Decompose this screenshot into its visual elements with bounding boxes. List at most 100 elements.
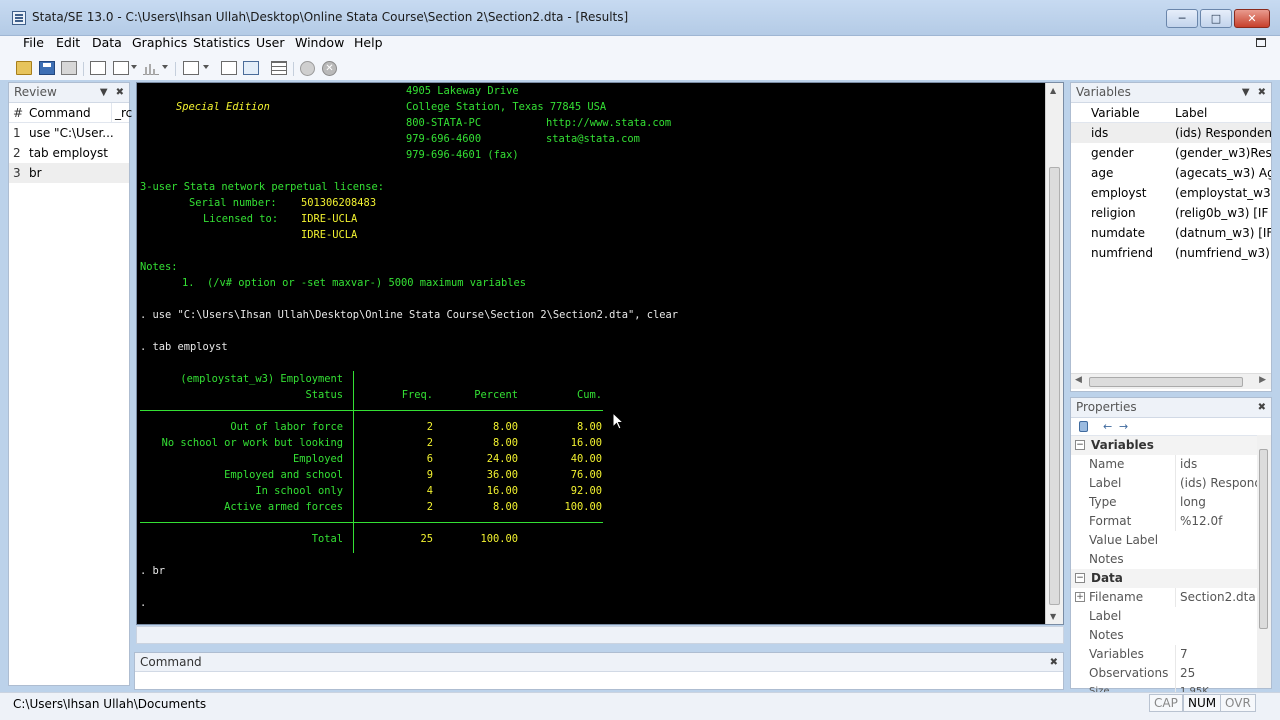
filter-icon[interactable]: ▼ [1242,83,1250,102]
licensed-label: Licensed to: [203,213,279,225]
bar-chart-icon [145,64,155,75]
menu-statistics[interactable]: Statistics [193,36,250,50]
email-link[interactable]: stata@stata.com [546,133,640,146]
stata-app-icon[interactable] [12,11,26,25]
data-section[interactable]: − Data [1071,569,1271,588]
licensed-value-1: IDRE-UCLA [301,213,358,225]
toolbar-separator [83,62,84,76]
command-input[interactable] [135,672,1063,690]
properties-scroll-thumb[interactable] [1259,449,1268,629]
data-editor-edit-icon[interactable] [243,61,259,75]
pin-icon[interactable]: ✖ [1258,83,1266,102]
pin-icon[interactable]: ✖ [116,83,124,102]
scroll-up-icon[interactable]: ▲ [1050,86,1056,95]
menu-graphics[interactable]: Graphics [132,36,187,50]
command-title: Command [140,655,202,669]
menu-window[interactable]: Window [295,36,344,50]
variable-row[interactable]: ids(ids) Respondent I [1071,123,1271,143]
forward-arrow-icon[interactable]: → [1119,420,1128,433]
break-icon[interactable]: ✕ [322,61,337,76]
results-status-strip [136,626,1064,644]
review-row[interactable]: 2 tab employst [9,143,129,163]
phone-line-2: 979-696-4600 [406,133,482,145]
scroll-down-icon[interactable]: ▼ [1050,612,1056,621]
properties-toolbar: ← → [1071,418,1271,436]
pin-icon[interactable]: ✖ [1258,398,1266,417]
variable-row[interactable]: age(agecats_w3) Age [1071,163,1271,183]
print-icon[interactable] [61,61,77,75]
viewer-icon[interactable] [113,61,129,75]
website-link[interactable]: http://www.stata.com [546,117,671,130]
table-divider-bottom [140,522,603,523]
special-edition-text: Special Edition [176,101,270,113]
variables-scroll-thumb[interactable] [1089,377,1243,387]
restore-window-icon[interactable] [1256,38,1266,47]
rc-column-header[interactable]: _rc [111,103,132,123]
variable-row[interactable]: religion(relig0b_w3) [IF "S. [1071,203,1271,223]
open-icon[interactable] [16,61,32,75]
back-arrow-icon[interactable]: ← [1103,420,1112,433]
table-var-label-2: Status [305,389,343,401]
scroll-right-icon[interactable]: ▶ [1259,375,1266,385]
more-icon[interactable] [300,61,315,76]
variable-row[interactable]: gender(gender_w3)Respo [1071,143,1271,163]
property-row: Value Label [1089,533,1159,547]
variable-column-header[interactable]: Variable [1091,103,1140,123]
variables-horizontal-scrollbar[interactable]: ◀ ▶ [1071,373,1271,389]
review-row[interactable]: 1 use "C:\User... [9,123,129,143]
lock-icon[interactable] [1079,421,1088,432]
pin-icon[interactable]: ✖ [1050,653,1058,672]
scroll-left-icon[interactable]: ◀ [1075,375,1082,385]
results-window[interactable]: 4905 Lakeway Drive Special Edition Colle… [136,82,1064,625]
fax-line: 979-696-4601 (fax) [406,149,519,161]
graph-icon[interactable] [143,61,159,75]
menu-help[interactable]: Help [354,36,383,50]
property-row: + Filename Section2.dta [1071,588,1271,607]
expand-icon[interactable]: + [1075,592,1085,602]
command-column-header[interactable]: Command [29,103,91,123]
tab-command-echo: . tab employst [140,341,228,353]
table-divider-top [140,410,603,411]
do-file-editor-icon[interactable] [183,61,199,75]
menu-data[interactable]: Data [92,36,122,50]
command-pane: Command ✖ [134,652,1064,690]
property-row: Format %12.0f [1071,512,1271,531]
menu-user[interactable]: User [256,36,285,50]
caps-lock-indicator: CAP [1149,694,1183,712]
menu-file[interactable]: File [23,36,44,50]
notes-label: Notes: [140,261,178,273]
label-column-header[interactable]: Label [1175,103,1207,123]
graph-dropdown-icon[interactable] [162,65,168,69]
minimize-button[interactable]: ─ [1166,9,1198,28]
overwrite-indicator: OVR [1220,694,1256,712]
phone-line: 800-STATA-PC [406,117,482,129]
variable-row[interactable]: numfriend(numfriend_w3) N [1071,243,1271,263]
variables-section[interactable]: − Variables [1071,436,1271,455]
log-icon[interactable] [90,61,106,75]
data-browser-icon[interactable] [271,61,287,75]
close-button[interactable]: ✕ [1234,9,1270,28]
cum-header: Cum. [576,389,602,401]
variable-row[interactable]: employst(employstat_w3) E [1071,183,1271,203]
review-pane: Review ▼ ✖ # Command _rc 1 use "C:\User.… [8,82,132,686]
properties-header: Properties ✖ [1071,398,1271,418]
review-row[interactable]: 3 br [9,163,129,183]
menu-edit[interactable]: Edit [56,36,80,50]
maximize-button[interactable]: □ [1200,9,1232,28]
viewer-dropdown-icon[interactable] [131,65,137,69]
variable-row[interactable]: numdate(datnum_w3) [IF .. [1071,223,1271,243]
serial-value: 501306208483 [301,197,377,209]
collapse-icon[interactable]: − [1075,440,1085,450]
review-header: Review ▼ ✖ [9,83,129,103]
results-vertical-scrollbar[interactable]: ▲ ▼ [1045,83,1063,624]
results-scroll-thumb[interactable] [1049,167,1060,605]
address-line: 4905 Lakeway Drive [406,85,519,97]
data-editor-icon[interactable] [221,61,237,75]
property-row: Observations 25 [1071,664,1271,683]
collapse-icon[interactable]: − [1075,573,1085,583]
filter-icon[interactable]: ▼ [100,83,108,102]
window-title: Stata/SE 13.0 - C:\Users\Ihsan Ullah\Des… [32,10,629,24]
do-file-dropdown-icon[interactable] [203,65,209,69]
save-icon[interactable] [39,61,55,75]
properties-vertical-scrollbar[interactable] [1257,435,1271,688]
